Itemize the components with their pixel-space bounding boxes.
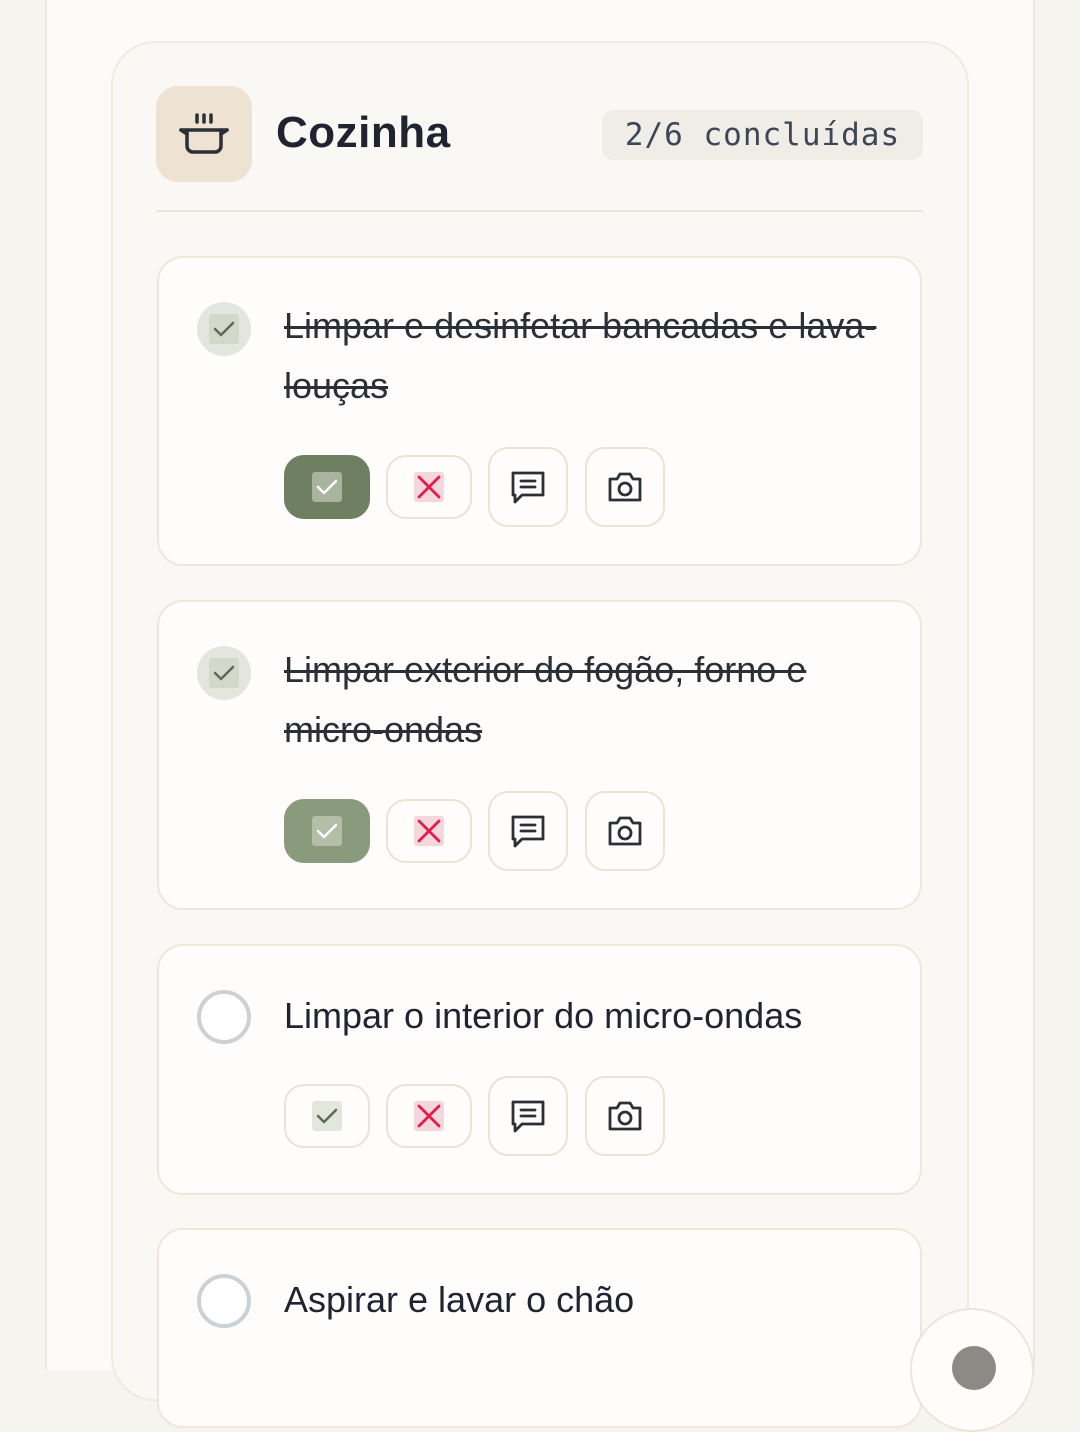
x-icon	[414, 472, 444, 502]
section-divider	[156, 210, 923, 212]
approve-button[interactable]	[284, 455, 370, 519]
cooking-pot-icon	[156, 86, 252, 182]
x-icon	[414, 816, 444, 846]
comment-icon	[511, 815, 545, 848]
section-title: Cozinha	[276, 108, 451, 157]
task-title: Limpar e desinfetar bancadas e lava-louç…	[284, 305, 877, 406]
approve-button[interactable]	[284, 799, 370, 863]
comment-icon	[511, 1100, 545, 1133]
comment-button[interactable]	[488, 447, 568, 527]
task-title: Limpar exterior do fogão, forno e micro-…	[284, 649, 807, 750]
check-icon	[312, 1101, 342, 1131]
reject-button[interactable]	[386, 799, 472, 863]
camera-icon	[608, 472, 642, 502]
task-title: Limpar o interior do micro-ondas	[284, 995, 803, 1036]
photo-button[interactable]	[585, 447, 665, 527]
comment-icon	[511, 471, 545, 504]
task-card: Aspirar e lavar o chão	[157, 1228, 922, 1428]
task-card: Limpar o interior do micro-ondas	[157, 944, 922, 1195]
task-status-done[interactable]	[197, 646, 251, 700]
x-icon	[414, 1101, 444, 1131]
floating-action-button[interactable]	[910, 1308, 1034, 1432]
reject-button[interactable]	[386, 1084, 472, 1148]
photo-button[interactable]	[585, 1076, 665, 1156]
check-icon	[209, 314, 239, 344]
progress-badge: 2/6 concluídas	[602, 110, 923, 160]
camera-icon	[608, 816, 642, 846]
camera-icon	[608, 1101, 642, 1131]
comment-button[interactable]	[488, 1076, 568, 1156]
check-icon	[312, 472, 342, 502]
check-icon	[312, 816, 342, 846]
task-title: Aspirar e lavar o chão	[284, 1279, 635, 1320]
task-card: Limpar exterior do fogão, forno e micro-…	[157, 600, 922, 910]
avatar	[952, 1346, 996, 1390]
task-status-pending[interactable]	[197, 990, 251, 1044]
task-card: Limpar e desinfetar bancadas e lava-louç…	[157, 256, 922, 566]
photo-button[interactable]	[585, 791, 665, 871]
task-status-pending[interactable]	[197, 1274, 251, 1328]
reject-button[interactable]	[386, 455, 472, 519]
task-status-done[interactable]	[197, 302, 251, 356]
approve-button[interactable]	[284, 1084, 370, 1148]
comment-button[interactable]	[488, 791, 568, 871]
check-icon	[209, 658, 239, 688]
